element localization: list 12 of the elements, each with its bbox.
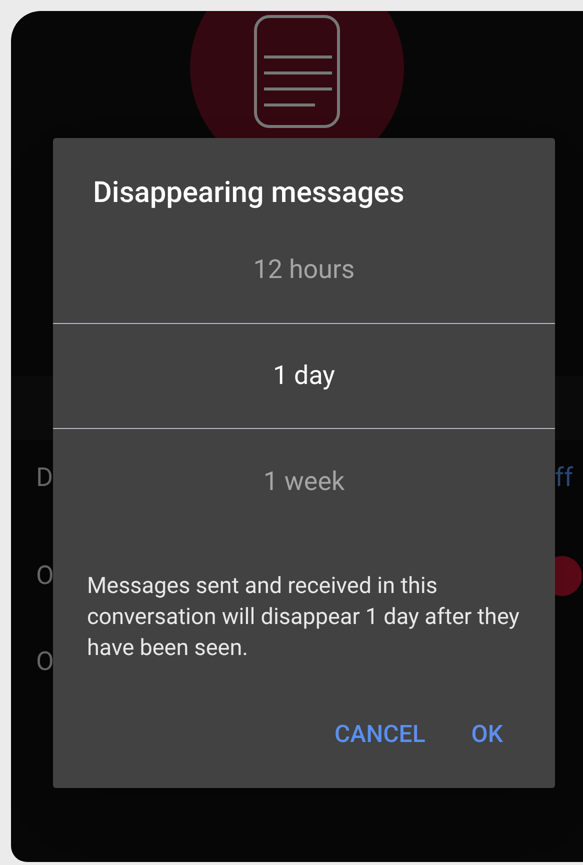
setting-label: D [36,462,54,494]
duration-option[interactable]: 12 hours [253,250,355,290]
document-icon [254,15,340,128]
setting-value[interactable]: ff [554,458,573,498]
duration-option[interactable]: 1 day [273,356,335,396]
dialog-description: Messages sent and received in this conversation will disappear 1 day after they have been seen. [87,572,520,663]
dialog-button[interactable]: OK [459,710,515,758]
setting-label: O [36,646,54,678]
dialog-title: Disappearing messages [93,175,404,211]
setting-label: O [36,560,54,592]
duration-option[interactable]: 1 week [263,462,345,502]
dialog-button[interactable]: CANCEL [322,710,438,758]
